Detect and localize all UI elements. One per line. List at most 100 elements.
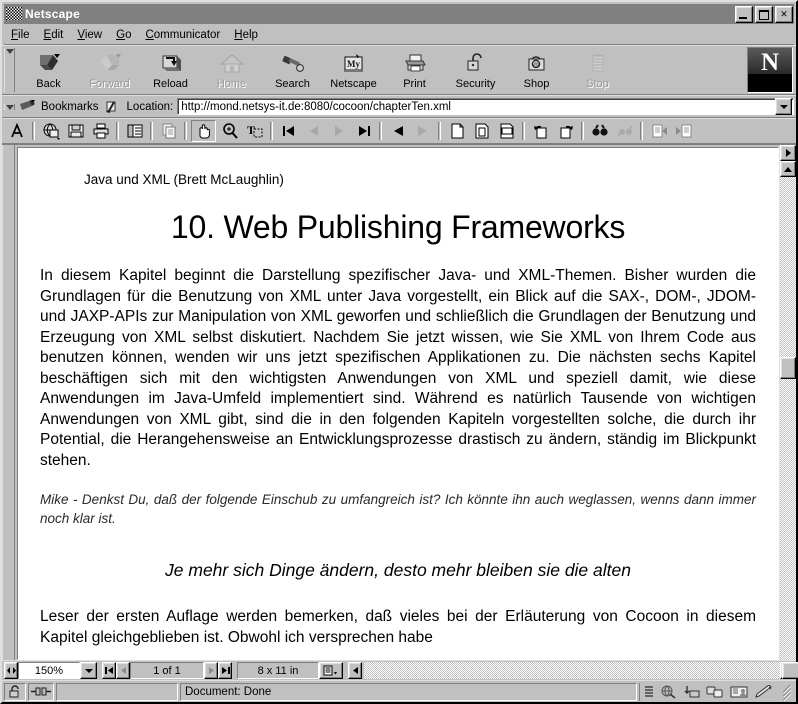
address-book-icon[interactable] <box>730 685 748 699</box>
previous-highlight-icon[interactable] <box>647 121 670 141</box>
location-toolbar-grip[interactable] <box>4 103 15 110</box>
toolbar-separator <box>150 122 153 140</box>
find-icon[interactable] <box>588 121 611 141</box>
nav-buttons: Back Forward Reload Home Search My Netsc… <box>18 46 747 94</box>
mailbox-icon[interactable] <box>682 685 700 699</box>
menu-item-edit[interactable]: Edit <box>37 28 71 42</box>
stop-button[interactable]: Stop <box>567 48 628 92</box>
network-connector-icon <box>31 687 51 696</box>
location-url-text[interactable]: http://mond.netsys-it.de:8080/cocoon/cha… <box>178 101 775 113</box>
navigation-pane-rail[interactable] <box>2 145 15 660</box>
menu-item-file[interactable]: File <box>4 28 37 42</box>
component-bar-icon[interactable] <box>644 685 654 699</box>
print-icon[interactable] <box>89 121 112 141</box>
next-highlight-icon[interactable] <box>672 121 695 141</box>
go-forward-view-icon[interactable] <box>411 121 434 141</box>
reload-button[interactable]: Reload <box>140 48 201 92</box>
stop-button-label: Stop <box>586 78 609 90</box>
menu-item-view[interactable]: View <box>70 28 109 42</box>
copy-icon[interactable] <box>157 121 180 141</box>
padlock-open-icon <box>463 51 489 76</box>
fit-page-icon[interactable] <box>470 121 493 141</box>
shop-button[interactable]: @ Shop <box>506 48 567 92</box>
next-page-icon[interactable] <box>327 121 350 141</box>
previous-page-icon[interactable] <box>302 121 325 141</box>
search-button[interactable]: Search <box>262 48 323 92</box>
zoom-dropdown-button[interactable] <box>80 662 97 679</box>
show-hide-navpane-icon[interactable] <box>123 121 146 141</box>
security-status-button[interactable] <box>4 682 26 701</box>
actual-size-icon[interactable] <box>445 121 468 141</box>
security-button[interactable]: Security <box>445 48 506 92</box>
menu-item-help[interactable]: Help <box>227 28 265 42</box>
status-previous-page-button[interactable] <box>116 662 130 679</box>
vertical-scroll-thumb[interactable] <box>780 357 796 379</box>
composer-icon[interactable] <box>754 684 774 699</box>
horizontal-scrollbar[interactable] <box>364 662 798 679</box>
stop-icon <box>585 51 611 76</box>
bookmarks-button[interactable]: Bookmarks <box>18 99 103 115</box>
netscape-window-icon <box>6 7 22 21</box>
scroll-up-button[interactable] <box>780 161 796 177</box>
status-first-page-button[interactable] <box>102 662 116 679</box>
go-back-view-icon[interactable] <box>386 121 409 141</box>
acrobat-status-bar: 150% 1 of 1 8 x 11 in <box>2 660 798 680</box>
home-button[interactable]: Home <box>201 48 262 92</box>
first-page-icon[interactable] <box>277 121 300 141</box>
close-button[interactable] <box>775 5 793 23</box>
horizontal-scroll-track[interactable] <box>364 662 798 679</box>
back-button[interactable]: Back <box>18 48 79 92</box>
location-toolbar: Bookmarks Location: http://mond.netsys-i… <box>2 95 796 118</box>
menu-bar: File Edit View Go Communicator Help <box>4 25 794 45</box>
search-index-icon[interactable] <box>613 121 636 141</box>
scroll-left-button[interactable] <box>348 662 362 679</box>
status-next-page-button[interactable] <box>204 662 218 679</box>
netscape-logo[interactable]: N <box>747 47 793 93</box>
forward-button[interactable]: Forward <box>79 48 140 92</box>
scroll-right-button[interactable] <box>780 145 796 161</box>
menu-item-go[interactable]: Go <box>109 28 138 42</box>
reload-icon <box>158 51 184 76</box>
my-netscape-button[interactable]: My Netscape <box>323 48 384 92</box>
navigator-icon[interactable] <box>660 685 676 699</box>
pdf-page-canvas[interactable]: Java und XML (Brett McLaughlin) 10. Web … <box>17 147 779 660</box>
horizontal-scroll-thumb[interactable] <box>782 662 798 679</box>
window-title: Netscape <box>25 7 80 21</box>
page-number-field[interactable]: 1 of 1 <box>130 662 204 679</box>
vertical-scrollbar[interactable] <box>779 145 796 660</box>
vertical-scroll-track[interactable] <box>780 177 796 660</box>
hand-tool-icon[interactable] <box>191 120 216 142</box>
rotate-right-icon[interactable] <box>554 121 577 141</box>
status-last-page-button[interactable] <box>218 662 232 679</box>
zoom-in-tool-icon[interactable] <box>218 121 241 141</box>
page-layout-icon[interactable] <box>319 662 343 679</box>
page-size-field: 8 x 11 in <box>237 662 319 679</box>
acrobat-logo-icon[interactable] <box>5 121 28 141</box>
print-button[interactable]: Print <box>384 48 445 92</box>
zoom-value-field[interactable]: 150% <box>18 662 80 679</box>
resize-grip[interactable] <box>780 683 794 701</box>
chevron-down-icon[interactable] <box>775 98 792 115</box>
bookmarks-label: Bookmarks <box>41 100 99 113</box>
newsgroups-icon[interactable] <box>706 685 724 699</box>
zoom-stepper-icon[interactable] <box>4 662 18 679</box>
svg-text:@: @ <box>532 63 538 69</box>
back-button-label: Back <box>36 78 61 90</box>
save-icon[interactable] <box>64 121 87 141</box>
reload-button-label: Reload <box>153 78 188 90</box>
fit-width-icon[interactable] <box>495 121 518 141</box>
last-page-icon[interactable] <box>352 121 375 141</box>
page-size-value: 8 x 11 in <box>257 664 299 677</box>
location-input[interactable]: http://mond.netsys-it.de:8080/cocoon/cha… <box>177 98 794 115</box>
menu-item-communicator[interactable]: Communicator <box>138 28 227 42</box>
document-editor-note: Mike - Denkst Du, daß der folgende Einsc… <box>40 492 756 526</box>
toolbar-grip[interactable] <box>4 48 15 92</box>
maximize-button[interactable] <box>755 5 773 23</box>
browser-status-bar: Document: Done <box>2 680 796 702</box>
text-select-tool-icon[interactable]: T <box>243 121 266 141</box>
network-status-button[interactable] <box>28 682 54 701</box>
rotate-left-icon[interactable] <box>529 121 552 141</box>
minimize-button[interactable] <box>735 5 753 23</box>
web-capture-icon[interactable] <box>39 121 62 141</box>
toolbar-separator <box>32 122 35 140</box>
